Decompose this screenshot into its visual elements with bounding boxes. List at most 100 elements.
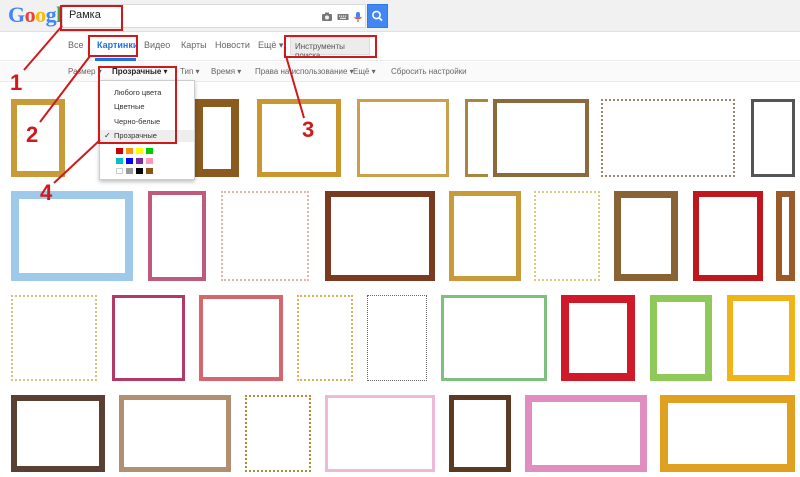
tab-more[interactable]: Ещё ▾ bbox=[258, 40, 283, 51]
image-result-thumbnail[interactable] bbox=[320, 390, 440, 477]
color-swatch[interactable] bbox=[116, 158, 123, 164]
filter-more[interactable]: Ещё ▾ bbox=[353, 67, 376, 76]
frame-image bbox=[449, 191, 521, 281]
image-result-thumbnail[interactable] bbox=[488, 94, 594, 182]
screenshot-root: Google Рамка bbox=[0, 0, 800, 477]
frame-image bbox=[693, 191, 763, 281]
image-result-thumbnail[interactable] bbox=[722, 290, 800, 386]
image-result-thumbnail[interactable] bbox=[194, 290, 288, 386]
logo-letter: G bbox=[8, 2, 25, 27]
reset-filters-link[interactable]: Сбросить настройки bbox=[391, 67, 467, 76]
annotation-box-tools bbox=[284, 35, 377, 58]
color-swatch[interactable] bbox=[116, 168, 123, 174]
frame-image bbox=[245, 395, 311, 472]
annotation-number-1: 1 bbox=[10, 70, 23, 95]
image-result-thumbnail[interactable] bbox=[252, 94, 346, 182]
filter-size[interactable]: Размер ▾ bbox=[68, 67, 102, 76]
color-swatch[interactable] bbox=[116, 148, 123, 154]
image-result-thumbnail[interactable] bbox=[520, 390, 652, 477]
image-result-thumbnail[interactable] bbox=[362, 290, 432, 386]
image-result-thumbnail[interactable] bbox=[529, 186, 605, 286]
frame-image bbox=[112, 295, 185, 381]
image-result-thumbnail[interactable] bbox=[645, 290, 717, 386]
image-result-thumbnail[interactable] bbox=[655, 390, 800, 477]
image-result-thumbnail[interactable] bbox=[240, 390, 316, 477]
frame-image bbox=[367, 295, 427, 381]
frame-image bbox=[357, 99, 449, 177]
image-result-thumbnail[interactable] bbox=[771, 186, 800, 286]
image-result-thumbnail[interactable] bbox=[143, 186, 211, 286]
camera-icon[interactable] bbox=[321, 11, 333, 23]
active-tab-indicator bbox=[95, 58, 136, 61]
image-result-thumbnail[interactable] bbox=[444, 186, 526, 286]
image-result-thumbnail[interactable] bbox=[444, 390, 516, 477]
image-result-thumbnail[interactable] bbox=[190, 94, 244, 182]
frame-image bbox=[751, 99, 795, 177]
logo-letter: o bbox=[35, 2, 46, 27]
logo-letter: o bbox=[24, 2, 36, 27]
image-result-thumbnail[interactable] bbox=[320, 186, 440, 286]
annotation-number-4: 4 bbox=[40, 180, 53, 205]
tab-video[interactable]: Видео bbox=[144, 40, 170, 50]
frame-image bbox=[776, 191, 795, 281]
annotation-box-color-menu bbox=[98, 66, 177, 144]
frame-image bbox=[221, 191, 309, 281]
tab-all[interactable]: Все bbox=[68, 40, 84, 50]
frame-image bbox=[534, 191, 600, 281]
color-swatch[interactable] bbox=[126, 158, 133, 164]
color-swatch[interactable] bbox=[136, 158, 143, 164]
frame-image bbox=[650, 295, 712, 381]
color-swatch[interactable] bbox=[136, 148, 143, 154]
image-result-thumbnail[interactable] bbox=[6, 290, 102, 386]
frame-image bbox=[493, 99, 589, 177]
annotation-number-2: 2 bbox=[26, 122, 39, 147]
keyboard-icon[interactable] bbox=[337, 11, 349, 23]
frame-image bbox=[325, 395, 435, 472]
search-icon bbox=[372, 10, 383, 22]
frame-image bbox=[614, 191, 678, 281]
image-result-thumbnail[interactable] bbox=[114, 390, 236, 477]
filter-usage-rights[interactable]: Права на использование ▾ bbox=[255, 67, 354, 76]
image-result-thumbnail[interactable] bbox=[107, 290, 190, 386]
frame-image bbox=[119, 395, 231, 472]
image-result-thumbnail[interactable] bbox=[6, 390, 110, 477]
image-result-thumbnail[interactable] bbox=[609, 186, 683, 286]
frame-image bbox=[11, 295, 97, 381]
frame-image bbox=[727, 295, 795, 381]
frame-image bbox=[148, 191, 206, 281]
image-result-thumbnail[interactable] bbox=[352, 94, 454, 182]
filter-time[interactable]: Время ▾ bbox=[211, 67, 241, 76]
image-result-thumbnail[interactable] bbox=[596, 94, 740, 182]
tab-maps[interactable]: Карты bbox=[181, 40, 207, 50]
annotation-number-3: 3 bbox=[302, 117, 315, 142]
color-swatch[interactable] bbox=[146, 158, 153, 164]
image-result-thumbnail[interactable] bbox=[436, 290, 552, 386]
frame-image bbox=[441, 295, 547, 381]
color-swatch[interactable] bbox=[136, 168, 143, 174]
color-swatch[interactable] bbox=[126, 168, 133, 174]
color-swatch[interactable] bbox=[126, 148, 133, 154]
color-swatch[interactable] bbox=[146, 168, 153, 174]
frame-image bbox=[449, 395, 511, 472]
tab-news[interactable]: Новости bbox=[215, 40, 250, 50]
search-button[interactable] bbox=[367, 4, 388, 28]
image-result-thumbnail[interactable] bbox=[556, 290, 640, 386]
image-result-thumbnail[interactable] bbox=[688, 186, 768, 286]
logo-letter: g bbox=[45, 2, 57, 27]
color-swatch[interactable] bbox=[146, 148, 153, 154]
frame-image bbox=[297, 295, 353, 381]
image-result-thumbnail[interactable] bbox=[746, 94, 800, 182]
frame-image bbox=[325, 191, 435, 281]
microphone-icon[interactable] bbox=[352, 11, 364, 23]
frame-image bbox=[561, 295, 635, 381]
image-result-thumbnail[interactable] bbox=[216, 186, 314, 286]
filter-type[interactable]: Тип ▾ bbox=[180, 67, 200, 76]
frame-image bbox=[199, 295, 283, 381]
frame-image bbox=[11, 395, 105, 472]
frame-image bbox=[257, 99, 341, 177]
frame-image bbox=[195, 99, 239, 177]
annotation-box-images-tab bbox=[88, 35, 138, 57]
annotation-box-search bbox=[60, 5, 123, 31]
image-result-thumbnail[interactable] bbox=[292, 290, 358, 386]
image-result-thumbnail[interactable] bbox=[6, 186, 138, 286]
